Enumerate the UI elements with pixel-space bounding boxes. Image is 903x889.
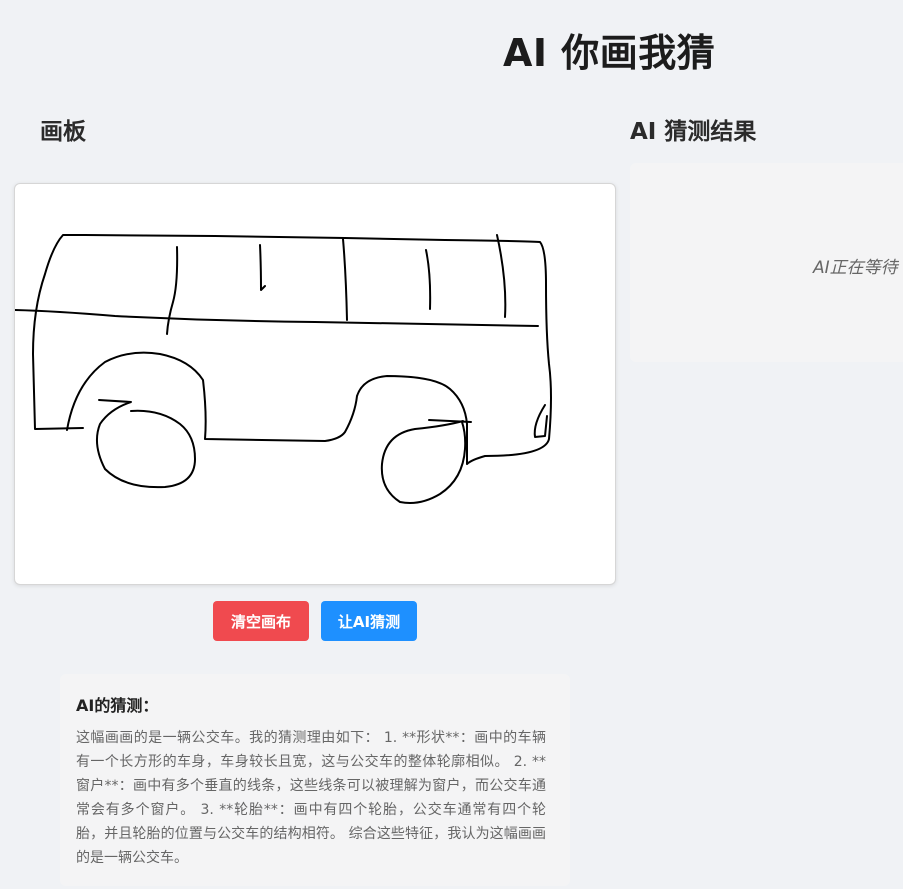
board-section-title: 画板 (40, 119, 86, 145)
sketch-belt-line (15, 309, 539, 327)
result-section-title: AI 猜测结果 (630, 119, 757, 145)
sketch-window-line (342, 238, 348, 321)
ai-guess-box: AI的猜测： 这幅画画的是一辆公交车。我的猜测理由如下： 1. **形状**：画… (60, 674, 570, 886)
ai-guess-button[interactable]: 让AI猜测 (321, 601, 417, 641)
sketch-rear-arch-tail (428, 419, 472, 423)
clear-canvas-button[interactable]: 清空画布 (213, 601, 309, 641)
guess-heading: AI的猜测： (76, 696, 159, 715)
result-placeholder-text: AI正在等待 (813, 258, 898, 278)
sketch-bumper-mark (533, 404, 548, 438)
app-title: AI 你画我猜 (503, 31, 716, 75)
drawing-canvas[interactable] (14, 183, 616, 585)
guess-text: 这幅画画的是一辆公交车。我的猜测理由如下： 1. **形状**：画中的车辆有一个… (76, 730, 546, 866)
sketch-window-line (425, 249, 432, 310)
sketch-window-line (496, 234, 507, 318)
bus-sketch (15, 234, 552, 504)
sketch-window-line (259, 244, 266, 291)
result-panel: AI正在等待 (630, 163, 903, 362)
sketch-window-line (166, 246, 179, 335)
sketch-wheel-arch (66, 351, 468, 442)
sketch-front-wheel (95, 399, 196, 489)
sketch-rear-wheel (380, 420, 467, 504)
sketch-body-outline (32, 234, 552, 465)
